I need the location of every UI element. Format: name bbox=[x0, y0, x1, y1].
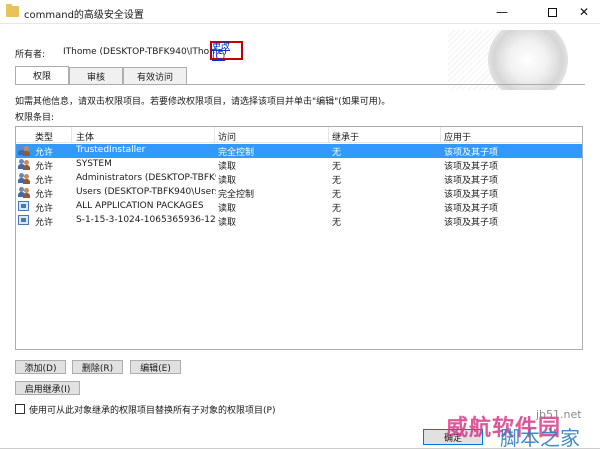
row-type: 允许 bbox=[35, 190, 54, 200]
column-header-access[interactable]: 访问 bbox=[218, 130, 236, 143]
change-owner-link[interactable]: 更改(C) bbox=[210, 39, 243, 62]
table-row[interactable]: 允许 TrustedInstaller 完全控制 无 该项及其子项 bbox=[16, 144, 582, 158]
permission-entries-label: 权限条目: bbox=[15, 113, 55, 123]
row-access: 读取 bbox=[218, 218, 237, 228]
tab-effective-access[interactable]: 有效访问 bbox=[123, 67, 187, 84]
close-button[interactable]: ✕ bbox=[568, 0, 600, 24]
change-owner-label[interactable]: 更改(C) bbox=[212, 39, 241, 62]
row-applies-to: 该项及其子项 bbox=[444, 176, 499, 186]
replace-child-permissions-checkbox[interactable] bbox=[15, 404, 25, 414]
row-applies-to: 该项及其子项 bbox=[444, 162, 499, 172]
enable-inheritance-button[interactable]: 启用继承(I) bbox=[15, 381, 80, 395]
owner-value: IThome (DESKTOP-TBFK940\IThome) bbox=[63, 47, 227, 57]
row-principal: Administrators (DESKTOP-TBFK9... bbox=[76, 173, 216, 183]
row-access: 读取 bbox=[218, 204, 237, 214]
users-icon bbox=[18, 187, 30, 198]
row-type: 允许 bbox=[35, 176, 54, 186]
remove-button[interactable]: 删除(R) bbox=[72, 360, 123, 374]
row-inherited-from: 无 bbox=[332, 148, 342, 158]
row-type: 允许 bbox=[35, 218, 54, 228]
users-icon bbox=[18, 145, 30, 156]
tab-divider bbox=[15, 84, 585, 85]
security-banner-image bbox=[448, 30, 593, 90]
package-icon bbox=[18, 201, 29, 211]
maximize-button[interactable] bbox=[532, 0, 572, 24]
table-row[interactable]: 允许 Users (DESKTOP-TBFK940\Users) 完全控制 无 … bbox=[16, 186, 582, 200]
table-row[interactable]: 允许 ALL APPLICATION PACKAGES 读取 无 该项及其子项 bbox=[16, 200, 582, 214]
row-type: 允许 bbox=[35, 162, 54, 172]
users-icon bbox=[18, 173, 30, 184]
users-icon bbox=[18, 159, 30, 170]
row-access: 完全控制 bbox=[218, 148, 255, 158]
title-bar: command的高级安全设置 — ✕ bbox=[0, 0, 600, 24]
instruction-text: 如需其他信息，请双击权限项目。若要修改权限项目，请选择该项目并单击"编辑"(如果… bbox=[15, 97, 391, 107]
row-inherited-from: 无 bbox=[332, 204, 342, 214]
column-header-applies-to[interactable]: 应用于 bbox=[444, 130, 471, 143]
row-inherited-from: 无 bbox=[332, 190, 342, 200]
permission-entries-table[interactable]: 类型 主体 访问 继承于 应用于 允许 TrustedInstaller 完全控… bbox=[15, 126, 583, 350]
row-inherited-from: 无 bbox=[332, 162, 342, 172]
row-principal: ALL APPLICATION PACKAGES bbox=[76, 201, 204, 211]
table-row[interactable]: 允许 S-1-15-3-1024-1065365936-128... 读取 无 … bbox=[16, 214, 582, 228]
minimize-button[interactable]: — bbox=[482, 0, 522, 24]
row-type: 允许 bbox=[35, 148, 54, 158]
table-row[interactable]: 允许 SYSTEM 读取 无 该项及其子项 bbox=[16, 158, 582, 172]
row-principal: Users (DESKTOP-TBFK940\Users) bbox=[76, 187, 216, 197]
table-header: 类型 主体 访问 继承于 应用于 bbox=[16, 127, 582, 143]
watermark-slogan: 脚本之家 bbox=[500, 426, 580, 449]
maximize-icon bbox=[547, 7, 557, 17]
row-access: 读取 bbox=[218, 176, 237, 186]
owner-label: 所有者: bbox=[15, 50, 46, 60]
column-header-type[interactable]: 类型 bbox=[35, 130, 53, 143]
row-access: 读取 bbox=[218, 162, 237, 172]
tab-auditing[interactable]: 审核 bbox=[69, 67, 123, 84]
tab-permissions[interactable]: 权限 bbox=[15, 66, 69, 84]
edit-button[interactable]: 编辑(E) bbox=[130, 360, 181, 374]
table-row[interactable]: 允许 Administrators (DESKTOP-TBFK9... 读取 无… bbox=[16, 172, 582, 186]
watermark-domain: jb51.net bbox=[536, 408, 582, 421]
replace-child-permissions-label[interactable]: 使用可从此对象继承的权限项目替换所有子对象的权限项目(P) bbox=[29, 403, 275, 416]
row-inherited-from: 无 bbox=[332, 218, 342, 228]
add-button[interactable]: 添加(D) bbox=[15, 360, 66, 374]
folder-icon bbox=[6, 4, 19, 17]
row-access: 完全控制 bbox=[218, 190, 255, 200]
row-applies-to: 该项及其子项 bbox=[444, 148, 499, 158]
row-principal: TrustedInstaller bbox=[76, 145, 146, 155]
window-title: command的高级安全设置 bbox=[24, 10, 144, 21]
row-type: 允许 bbox=[35, 204, 54, 214]
row-applies-to: 该项及其子项 bbox=[444, 204, 499, 214]
package-icon bbox=[18, 215, 29, 225]
column-header-inherited-from[interactable]: 继承于 bbox=[332, 130, 359, 143]
row-applies-to: 该项及其子项 bbox=[444, 218, 499, 228]
row-principal: SYSTEM bbox=[76, 159, 112, 169]
row-principal: S-1-15-3-1024-1065365936-128... bbox=[76, 215, 216, 225]
row-applies-to: 该项及其子项 bbox=[444, 190, 499, 200]
column-header-principal[interactable]: 主体 bbox=[76, 130, 94, 143]
row-inherited-from: 无 bbox=[332, 176, 342, 186]
